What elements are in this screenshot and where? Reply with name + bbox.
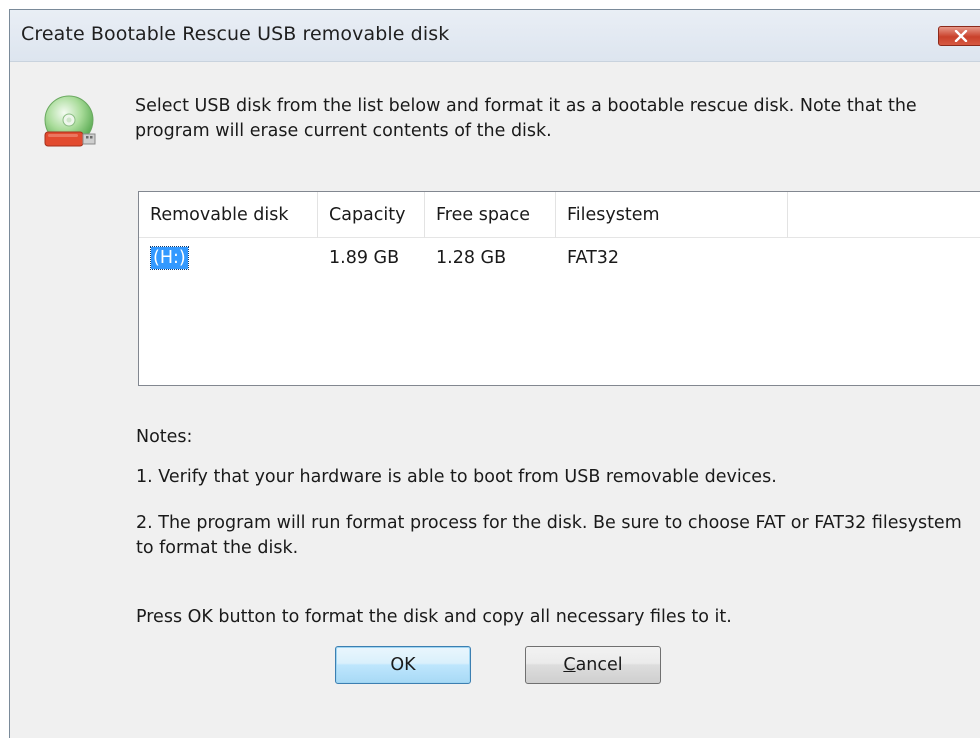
column-header-empty <box>788 192 980 238</box>
column-header-filesystem[interactable]: Filesystem <box>556 192 788 238</box>
note-1: 1. Verify that your hardware is able to … <box>136 467 777 487</box>
intro-text: Select USB disk from the list below and … <box>135 96 917 141</box>
list-row[interactable]: (H:) 1.89 GB 1.28 GB FAT32 <box>139 238 980 278</box>
dialog-window: Create Bootable Rescue USB removable dis… <box>9 9 980 738</box>
cell-removable-disk: (H:) <box>139 246 318 270</box>
cell-capacity: 1.89 GB <box>329 248 400 268</box>
note-2: 2. The program will run format process f… <box>136 513 962 558</box>
cell-free-space: 1.28 GB <box>436 248 507 268</box>
dialog-content: Select USB disk from the list below and … <box>10 63 980 738</box>
cancel-label-rest: ancel <box>575 655 623 675</box>
notes-heading: Notes: <box>136 427 193 447</box>
note-3: Press OK button to format the disk and c… <box>136 607 732 627</box>
removable-disk-list[interactable]: Removable disk Capacity Free space Files… <box>138 191 980 386</box>
window-title: Create Bootable Rescue USB removable dis… <box>21 23 450 45</box>
column-header-free-space[interactable]: Free space <box>425 192 556 238</box>
column-header-capacity[interactable]: Capacity <box>318 192 425 238</box>
cell-filesystem: FAT32 <box>567 248 620 268</box>
close-button[interactable] <box>938 26 980 46</box>
column-header-removable-disk[interactable]: Removable disk <box>139 192 318 238</box>
list-header: Removable disk Capacity Free space Files… <box>139 192 980 238</box>
cancel-button[interactable]: Cancel <box>525 646 661 684</box>
ok-button[interactable]: OK <box>335 646 471 684</box>
title-bar[interactable]: Create Bootable Rescue USB removable dis… <box>10 10 980 62</box>
usb-rescue-disk-icon <box>44 95 96 147</box>
selected-disk-label[interactable]: (H:) <box>150 246 189 270</box>
close-icon <box>954 30 968 42</box>
cancel-accelerator-letter: C <box>563 655 576 675</box>
